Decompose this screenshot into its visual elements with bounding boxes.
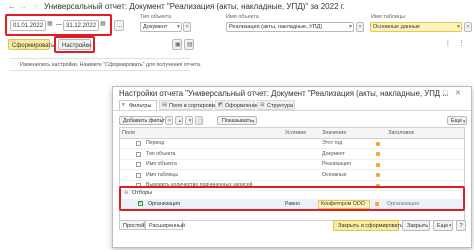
generate-button[interactable]: Сформировать	[8, 39, 54, 50]
dialog-menu-icon[interactable]: ⋮	[433, 90, 440, 97]
more-footer-button[interactable]: Еще ▼	[433, 220, 453, 231]
close-icon: ✕	[185, 24, 190, 30]
chevron-down-icon: ▼	[462, 118, 467, 124]
hint-text: Изменились настройки. Нажмите "Сформиров…	[20, 61, 202, 68]
selection-group-row[interactable]: ⊖ Отборы	[122, 189, 462, 198]
move-down-icon[interactable]: ▼	[185, 116, 193, 125]
quick-access-icon[interactable]	[376, 173, 380, 177]
print-icon[interactable]: ▤	[184, 39, 194, 50]
tab-structure[interactable]: ⊞ Структура	[257, 100, 295, 110]
table-name-clear-button[interactable]: ✕	[464, 22, 472, 32]
tab-filters[interactable]: ▾ Фильтры	[119, 100, 157, 110]
collapse-icon[interactable]: ⊖	[124, 190, 128, 196]
period-start-input[interactable]: 01.01.2022	[10, 20, 46, 31]
footer-tab-advanced[interactable]: Расширенный	[145, 220, 185, 230]
close-icon: ✕	[358, 24, 363, 30]
quick-access-icon[interactable]	[376, 162, 380, 167]
add-filter-button[interactable]: Добавить фильтр	[119, 116, 168, 125]
row-checkbox[interactable]	[136, 141, 141, 146]
save-icon[interactable]: ▣	[172, 39, 182, 50]
check-icon: ✓	[138, 199, 144, 206]
nav-back-icon[interactable]: ←	[8, 3, 16, 11]
chevron-down-icon: ▼	[251, 118, 256, 124]
tab-fields-sorting[interactable]: ▤ Поля и сортировки	[159, 100, 217, 110]
table-name-label: Имя таблицы	[371, 14, 406, 20]
tab-appearance[interactable]: ◩ Оформление	[215, 100, 259, 110]
object-name-select[interactable]: Реализация (акты, накладные, УПД) ▼	[226, 22, 354, 32]
table-row[interactable]: Имя таблицы Основные	[120, 170, 464, 181]
group-icon[interactable]: ▢	[195, 116, 203, 125]
move-up-icon[interactable]: ▲	[175, 116, 183, 125]
footer-tab-simple[interactable]: Простой	[119, 220, 145, 230]
hint-panel: Изменились настройки. Нажмите "Сформиров…	[10, 58, 201, 71]
table-row[interactable]: Имя объекта Реализация	[120, 160, 464, 170]
favorite-star-icon[interactable]: ☆	[32, 3, 39, 11]
close-button[interactable]: Закрыть	[402, 220, 430, 231]
filter-icon: ▾	[122, 102, 125, 108]
quick-access-icon[interactable]	[375, 202, 379, 206]
close-and-generate-button[interactable]: Закрыть и сформировать	[333, 220, 403, 231]
period-select-button[interactable]: ...	[114, 20, 124, 31]
dialog-title: Настройки отчета "Универсальный отчет: Д…	[119, 89, 449, 98]
title-bar: ← → ☆ Универсальный отчет: Документ "Реа…	[0, 0, 474, 14]
tab-divider	[113, 110, 471, 111]
row-checkbox[interactable]	[136, 162, 141, 167]
table-row[interactable]: Период Этот год	[120, 139, 464, 149]
selection-value-field[interactable]: Конфетпром ООО	[318, 199, 370, 209]
window-title: Универсальный отчет: Документ "Реализаци…	[44, 2, 345, 11]
vertical-separator: |	[447, 40, 449, 47]
selection-row[interactable]: ✓ Организация Равно Конфетпром ООО Орган…	[122, 199, 462, 209]
settings-dialog: Настройки отчета "Универсальный отчет: Д…	[112, 86, 472, 248]
more-menu-button[interactable]: Еще ▼	[447, 116, 467, 125]
chevron-down-icon[interactable]: ▼	[456, 25, 461, 30]
delete-icon[interactable]: ✕	[165, 116, 173, 125]
table-name-select[interactable]: Основные данные ▼	[370, 22, 462, 32]
close-icon[interactable]: ✕	[455, 90, 461, 97]
chevron-down-icon[interactable]: ▼	[176, 25, 181, 30]
object-name-clear-button[interactable]: ✕	[356, 22, 364, 32]
window-menu-icon[interactable]: ⋮	[458, 40, 465, 47]
maximize-icon[interactable]: □	[443, 90, 447, 97]
row-checkbox[interactable]	[136, 172, 141, 178]
row-checkbox[interactable]	[136, 151, 141, 157]
table-header: Поле Условие Значение Заголовок	[120, 128, 464, 139]
show-menu-button[interactable]: Показывать ▼	[217, 116, 257, 125]
period-end-input[interactable]: 31.12.2022	[63, 20, 99, 31]
close-icon: ✕	[466, 24, 471, 30]
fields-icon: ▤	[162, 102, 168, 108]
object-type-clear-button[interactable]: ✕	[183, 22, 191, 32]
object-name-label: Имя объекта	[226, 14, 259, 20]
quick-access-icon[interactable]	[376, 141, 380, 146]
object-type-select[interactable]: Документ ▼	[140, 22, 182, 32]
quick-access-icon[interactable]	[376, 152, 380, 156]
table-row[interactable]: Тип объекта Документ	[120, 149, 464, 160]
calendar-icon[interactable]: ▦	[47, 21, 53, 27]
chevron-down-icon: ▼	[448, 223, 453, 228]
object-type-label: Тип объекта	[140, 14, 172, 20]
structure-icon: ⊞	[260, 102, 265, 108]
appearance-icon: ◩	[218, 102, 224, 108]
help-button[interactable]: ?	[456, 220, 466, 231]
nav-forward-icon[interactable]: →	[19, 3, 27, 11]
selection-group-label: Отборы	[132, 190, 153, 196]
chevron-down-icon[interactable]: ▼	[348, 25, 353, 30]
period-separator: —	[56, 22, 62, 28]
calendar-icon[interactable]: ▦	[100, 21, 106, 27]
settings-button[interactable]: Настройки	[58, 39, 91, 50]
